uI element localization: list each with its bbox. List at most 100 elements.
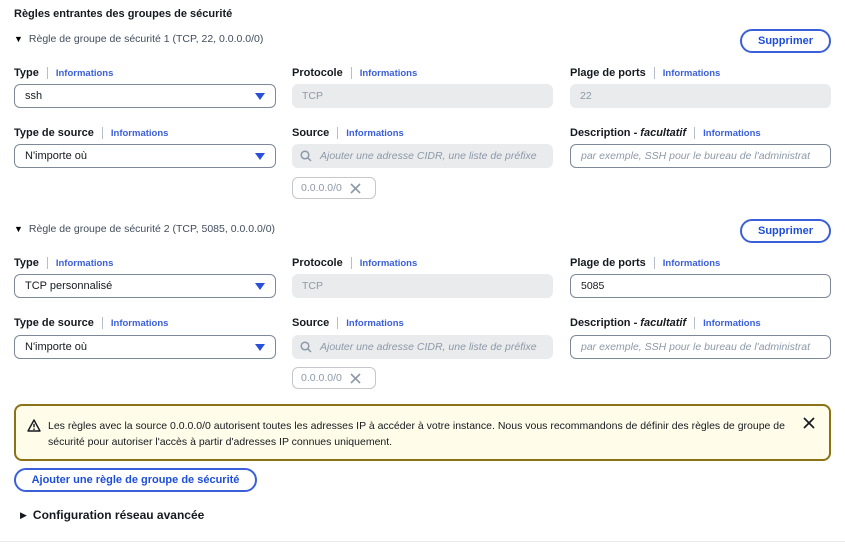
caret-down-icon: ▼ <box>14 34 23 44</box>
info-link[interactable]: Informations <box>111 318 169 329</box>
close-icon[interactable] <box>803 417 815 429</box>
rule-1-protocol-label: Protocole Informations <box>292 67 417 79</box>
rule-1-port-label: Plage de ports Informations <box>570 67 720 79</box>
description-placeholder: par exemple, SSH pour le bureau de l'adm… <box>581 150 811 162</box>
rule-1-type-select[interactable]: ssh <box>14 84 276 108</box>
caret-right-icon: ▶ <box>20 509 27 520</box>
source-placeholder: Ajouter une adresse CIDR, une liste de p… <box>320 150 537 162</box>
select-value: ssh <box>25 90 43 102</box>
label-text: Description - <box>570 127 638 139</box>
label-text: Protocole <box>292 257 343 269</box>
advanced-config-label: Configuration réseau avancée <box>32 508 205 522</box>
info-link[interactable]: Informations <box>56 68 114 79</box>
info-link[interactable]: Informations <box>703 318 761 329</box>
rule-2-source-input[interactable]: Ajouter une adresse CIDR, une liste de p… <box>292 335 553 359</box>
divider <box>337 317 339 329</box>
divider <box>337 127 339 139</box>
alert-message: Les règles avec la source 0.0.0.0/0 auto… <box>48 420 785 448</box>
label-text: Source <box>292 127 330 139</box>
source-placeholder: Ajouter une adresse CIDR, une liste de p… <box>320 341 537 353</box>
rule-2-source-token: 0.0.0.0/0 <box>292 367 376 389</box>
info-link[interactable]: Informations <box>703 128 761 139</box>
info-link[interactable]: Informations <box>360 68 418 79</box>
divider <box>694 317 696 329</box>
select-value: N'importe où <box>25 150 88 162</box>
label-text: Type de source <box>14 317 94 329</box>
rule-1-title: Règle de groupe de sécurité 1 (TCP, 22, … <box>28 33 264 45</box>
info-link[interactable]: Informations <box>663 258 721 269</box>
divider <box>0 541 845 542</box>
rule-1-type-label: Type Informations <box>14 67 113 79</box>
info-link[interactable]: Informations <box>360 258 418 269</box>
warning-alert: Les règles avec la source 0.0.0.0/0 auto… <box>14 404 831 461</box>
optional-text: facultatif <box>640 317 687 329</box>
rule-2-title: Règle de groupe de sécurité 2 (TCP, 5085… <box>28 223 276 235</box>
close-icon[interactable] <box>350 182 361 194</box>
token-label: 0.0.0.0/0 <box>301 182 342 194</box>
divider <box>350 67 352 79</box>
advanced-network-config-toggle[interactable]: ▶ Configuration réseau avancée <box>20 508 204 522</box>
label-text: Plage de ports <box>570 257 646 269</box>
search-icon <box>300 341 312 353</box>
rule-2-type-select[interactable]: TCP personnalisé <box>14 274 276 298</box>
select-value: N'importe où <box>25 341 88 353</box>
label-text: Source <box>292 317 330 329</box>
rule-2-toggle[interactable]: ▼ Règle de groupe de sécurité 2 (TCP, 50… <box>14 223 275 235</box>
rule-1-delete-button[interactable]: Supprimer <box>740 29 831 53</box>
rule-2-protocol-label: Protocole Informations <box>292 257 417 269</box>
rule-1-source-type-select[interactable]: N'importe où <box>14 144 276 168</box>
token-label: 0.0.0.0/0 <box>301 372 342 384</box>
rule-1-source-label: Source Informations <box>292 127 404 139</box>
divider <box>46 257 48 269</box>
rule-1-description-label: Description - facultatif Informations <box>570 127 761 139</box>
rule-2-source-type-select[interactable]: N'importe où <box>14 335 276 359</box>
caret-down-icon: ▼ <box>14 224 23 234</box>
caret-down-icon <box>255 92 265 100</box>
rule-1-toggle[interactable]: ▼ Règle de groupe de sécurité 1 (TCP, 22… <box>14 33 263 45</box>
info-link[interactable]: Informations <box>111 128 169 139</box>
search-icon <box>300 150 312 162</box>
divider <box>653 257 655 269</box>
divider <box>101 317 103 329</box>
rule-1-protocol-field: TCP <box>292 84 553 108</box>
info-link[interactable]: Informations <box>663 68 721 79</box>
warning-icon <box>27 419 41 432</box>
rule-2-source-label: Source Informations <box>292 317 404 329</box>
label-text: Protocole <box>292 67 343 79</box>
rule-1-source-input[interactable]: Ajouter une adresse CIDR, une liste de p… <box>292 144 553 168</box>
add-rule-button[interactable]: Ajouter une règle de groupe de sécurité <box>14 468 257 492</box>
label-text: Plage de ports <box>570 67 646 79</box>
info-link[interactable]: Informations <box>56 258 114 269</box>
label-text: Type <box>14 257 39 269</box>
rule-1-source-type-label: Type de source Informations <box>14 127 168 139</box>
rule-1-port-field: 22 <box>570 84 831 108</box>
description-placeholder: par exemple, SSH pour le bureau de l'adm… <box>581 341 811 353</box>
rule-2-source-type-label: Type de source Informations <box>14 317 168 329</box>
caret-down-icon <box>255 152 265 160</box>
info-link[interactable]: Informations <box>346 318 404 329</box>
rule-1-source-token: 0.0.0.0/0 <box>292 177 376 199</box>
divider <box>46 67 48 79</box>
rule-2-port-label: Plage de ports Informations <box>570 257 720 269</box>
rule-1-description-input[interactable]: par exemple, SSH pour le bureau de l'adm… <box>570 144 831 168</box>
label-text: Type de source <box>14 127 94 139</box>
rule-2-description-label: Description - facultatif Informations <box>570 317 761 329</box>
label-text: Description - <box>570 317 638 329</box>
info-link[interactable]: Informations <box>346 128 404 139</box>
rule-2-delete-button[interactable]: Supprimer <box>740 219 831 243</box>
caret-down-icon <box>255 343 265 351</box>
rule-2-port-input[interactable]: 5085 <box>570 274 831 298</box>
rule-2-type-label: Type Informations <box>14 257 113 269</box>
optional-text: facultatif <box>640 127 687 139</box>
rule-2-protocol-field: TCP <box>292 274 553 298</box>
section-heading: Règles entrantes des groupes de sécurité <box>14 8 233 20</box>
caret-down-icon <box>255 282 265 290</box>
divider <box>350 257 352 269</box>
rule-2-description-input[interactable]: par exemple, SSH pour le bureau de l'adm… <box>570 335 831 359</box>
close-icon[interactable] <box>350 372 361 384</box>
divider <box>694 127 696 139</box>
label-text: Type <box>14 67 39 79</box>
divider <box>653 67 655 79</box>
divider <box>101 127 103 139</box>
select-value: TCP personnalisé <box>25 280 113 292</box>
